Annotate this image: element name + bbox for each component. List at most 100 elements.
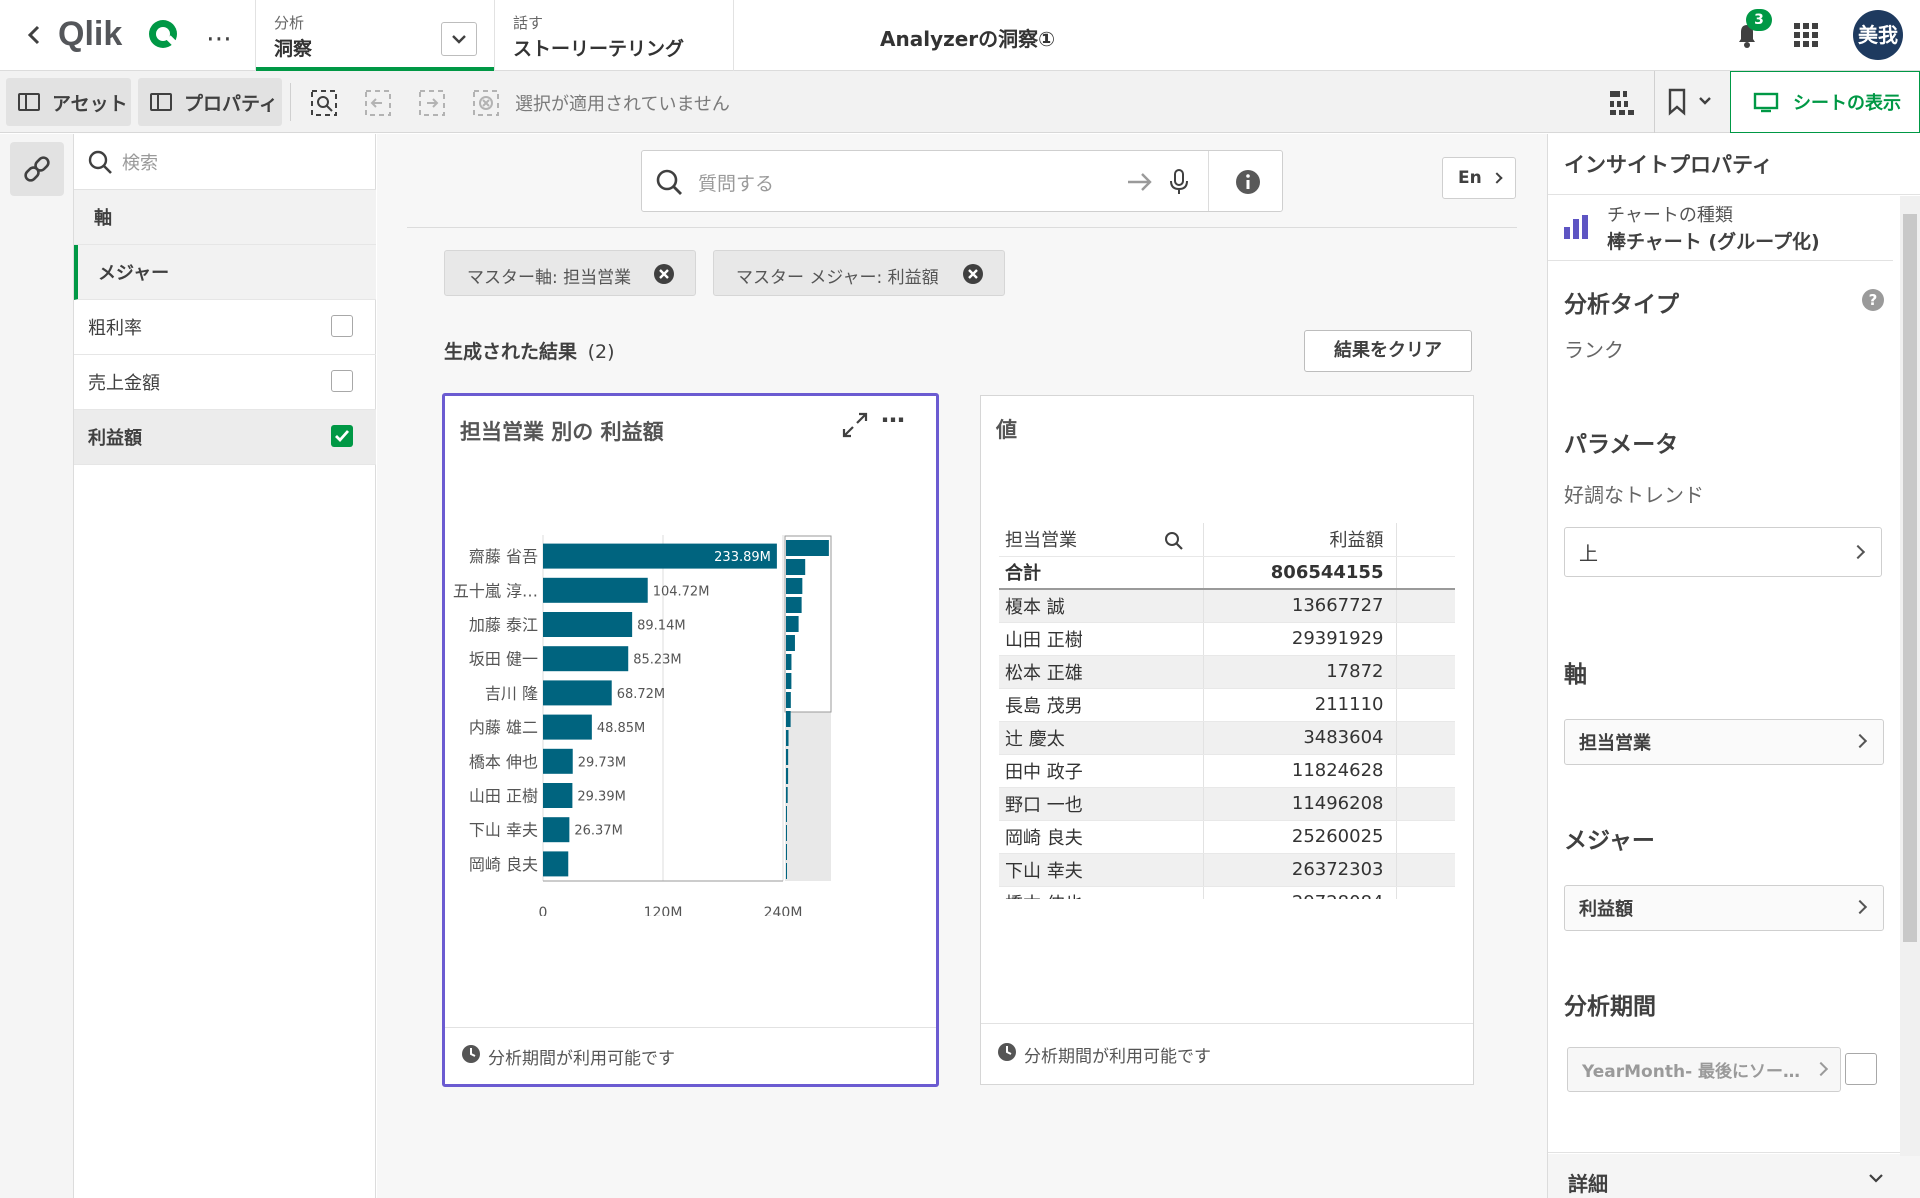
search-icon bbox=[88, 150, 112, 174]
values-title: 値 bbox=[996, 418, 1017, 442]
row-name[interactable]: 下山 幸夫 bbox=[999, 853, 1204, 887]
close-icon[interactable] bbox=[962, 263, 984, 285]
asset-button[interactable]: アセット bbox=[6, 78, 131, 126]
list-item[interactable]: 売上金額 bbox=[74, 355, 376, 410]
field-search-input[interactable]: 検索 bbox=[122, 149, 158, 175]
filter-chip[interactable]: マスター軸: 担当営業 bbox=[444, 250, 696, 296]
microphone-icon[interactable] bbox=[1168, 167, 1190, 197]
row-name[interactable]: 松本 正雄 bbox=[999, 655, 1204, 689]
field-search[interactable]: 検索 bbox=[74, 134, 376, 190]
link-button[interactable] bbox=[10, 142, 64, 196]
section-axis[interactable]: 軸 bbox=[74, 190, 376, 245]
table-row[interactable]: 下山 幸夫 26372303 bbox=[999, 853, 1455, 887]
table-row[interactable]: 岡崎 良夫 25260025 bbox=[999, 820, 1455, 854]
row-value: 211110 bbox=[1203, 688, 1397, 722]
sheet-view-button[interactable]: シートの表示 bbox=[1730, 71, 1920, 133]
tab-analyze[interactable]: 分析 洞察 bbox=[256, 0, 494, 71]
layout-icon[interactable] bbox=[1608, 89, 1636, 117]
back-icon[interactable] bbox=[24, 24, 46, 46]
measure-field-button[interactable]: 利益額 bbox=[1564, 885, 1884, 931]
table-row[interactable]: 長島 茂男 211110 bbox=[999, 688, 1455, 722]
section-measure[interactable]: メジャー bbox=[74, 245, 376, 300]
category-label: 加藤 泰江 bbox=[469, 616, 538, 635]
bookmark-button[interactable] bbox=[1664, 87, 1722, 117]
qlik-logo[interactable]: Qlik bbox=[58, 12, 186, 56]
clear-selections-icon[interactable] bbox=[472, 89, 500, 117]
filter-chip[interactable]: マスター メジャー: 利益額 bbox=[713, 250, 1005, 296]
row-name[interactable]: 長島 茂男 bbox=[999, 688, 1204, 722]
table-row[interactable]: 野口 一也 11496208 bbox=[999, 787, 1455, 821]
total-label: 合計 bbox=[999, 556, 1204, 590]
tab-narrate[interactable]: 話す ストーリーテリング bbox=[495, 0, 733, 71]
chart-type-value: 棒チャート (グループ化) bbox=[1607, 231, 1820, 253]
arrow-right-icon[interactable] bbox=[1126, 170, 1154, 194]
period-value: YearMonth- 最後にソー… bbox=[1582, 1062, 1801, 1082]
checkbox[interactable] bbox=[331, 315, 353, 337]
scrollbar[interactable] bbox=[1900, 196, 1920, 1156]
column-header-dim[interactable]: 担当営業 bbox=[999, 523, 1204, 557]
notification-button[interactable]: 3 bbox=[1730, 9, 1772, 52]
table-row[interactable]: 山田 正樹 29391929 bbox=[999, 622, 1455, 656]
clear-results-button[interactable]: 結果をクリア bbox=[1304, 330, 1472, 372]
table-row[interactable]: 辻 慶太 3483604 bbox=[999, 721, 1455, 755]
property-button[interactable]: プロパティ bbox=[138, 78, 282, 126]
close-icon[interactable] bbox=[653, 263, 675, 285]
table-row[interactable]: 橋本 伸也29728084 bbox=[999, 886, 1455, 899]
row-name[interactable]: 榎本 誠 bbox=[999, 589, 1204, 623]
question-bar[interactable]: 質問する bbox=[641, 150, 1283, 212]
row-name[interactable]: 岡崎 良夫 bbox=[999, 820, 1204, 854]
list-item[interactable]: 粗利率 bbox=[74, 300, 376, 355]
period-checkbox[interactable] bbox=[1845, 1053, 1877, 1085]
mini-chart-bar bbox=[786, 578, 803, 594]
list-item[interactable]: 利益額 bbox=[74, 410, 376, 465]
search-icon[interactable] bbox=[1164, 531, 1184, 551]
category-label: 岡崎 良夫 bbox=[469, 855, 538, 874]
info-icon[interactable] bbox=[1234, 168, 1262, 196]
left-rail bbox=[0, 134, 74, 1198]
period-selector[interactable]: YearMonth- 最後にソー… bbox=[1567, 1047, 1841, 1092]
avatar[interactable]: 美我 bbox=[1853, 10, 1903, 60]
chart-type-selector[interactable]: チャートの種類 棒チャート (グループ化) bbox=[1548, 195, 1893, 261]
smart-search-icon[interactable] bbox=[310, 89, 338, 117]
trend-selector[interactable]: 上 bbox=[1564, 527, 1882, 577]
axis-field-button[interactable]: 担当営業 bbox=[1564, 719, 1884, 765]
chart-card[interactable]: 担当営業 別の 利益額 ⋯ 齋藤 省吾 233.89M 五十嵐 淳… 104.72M 加… bbox=[442, 393, 939, 1087]
table-row[interactable]: 松本 正雄 17872 bbox=[999, 655, 1455, 689]
link-icon bbox=[24, 156, 50, 182]
data-label: 89.14M bbox=[637, 619, 685, 634]
values-card[interactable]: 値 担当営業 利益額 合計 806544155 榎本 誠 13667727 山田… bbox=[980, 395, 1474, 1085]
table-row[interactable]: 榎本 誠 13667727 bbox=[999, 589, 1455, 623]
row-name[interactable]: 田中 政子 bbox=[999, 754, 1204, 788]
more-menu-icon[interactable]: ⋯ bbox=[206, 24, 233, 54]
category-label: 坂田 健一 bbox=[469, 650, 538, 669]
row-name[interactable]: 山田 正樹 bbox=[999, 622, 1204, 656]
question-input[interactable]: 質問する bbox=[698, 169, 774, 196]
step-back-icon[interactable] bbox=[364, 89, 392, 117]
details-section[interactable]: 詳細 bbox=[1548, 1154, 1920, 1198]
help-icon[interactable]: ? bbox=[1861, 288, 1885, 312]
mini-chart-bar bbox=[786, 806, 787, 822]
app-grid-icon[interactable] bbox=[1793, 22, 1819, 48]
section-measure-label: メジャー bbox=[98, 263, 170, 284]
expand-icon[interactable] bbox=[840, 410, 870, 440]
row-value: 25260025 bbox=[1203, 820, 1397, 854]
category-label: 下山 幸夫 bbox=[469, 821, 538, 840]
step-forward-icon[interactable] bbox=[418, 89, 446, 117]
row-name[interactable]: 野口 一也 bbox=[999, 787, 1204, 821]
mini-chart-bar bbox=[786, 768, 789, 784]
checkbox[interactable] bbox=[331, 370, 353, 392]
chart-bar bbox=[543, 646, 629, 672]
row-name[interactable]: 辻 慶太 bbox=[999, 721, 1204, 755]
language-button[interactable]: En bbox=[1442, 157, 1516, 199]
tab-dropdown-button[interactable] bbox=[441, 22, 477, 56]
mini-chart-bar bbox=[786, 749, 789, 765]
sheet-icon bbox=[1753, 92, 1779, 113]
language-label: En bbox=[1458, 168, 1482, 188]
scrollbar-thumb[interactable] bbox=[1903, 214, 1917, 942]
column-header-measure[interactable]: 利益額 bbox=[1203, 523, 1397, 557]
axis-heading: 軸 bbox=[1564, 662, 1587, 688]
row-name[interactable]: 橋本 伸也 bbox=[999, 886, 1204, 899]
table-row[interactable]: 田中 政子 11824628 bbox=[999, 754, 1455, 788]
checkbox-checked[interactable] bbox=[331, 425, 353, 447]
more-options-icon[interactable]: ⋯ bbox=[881, 406, 905, 434]
